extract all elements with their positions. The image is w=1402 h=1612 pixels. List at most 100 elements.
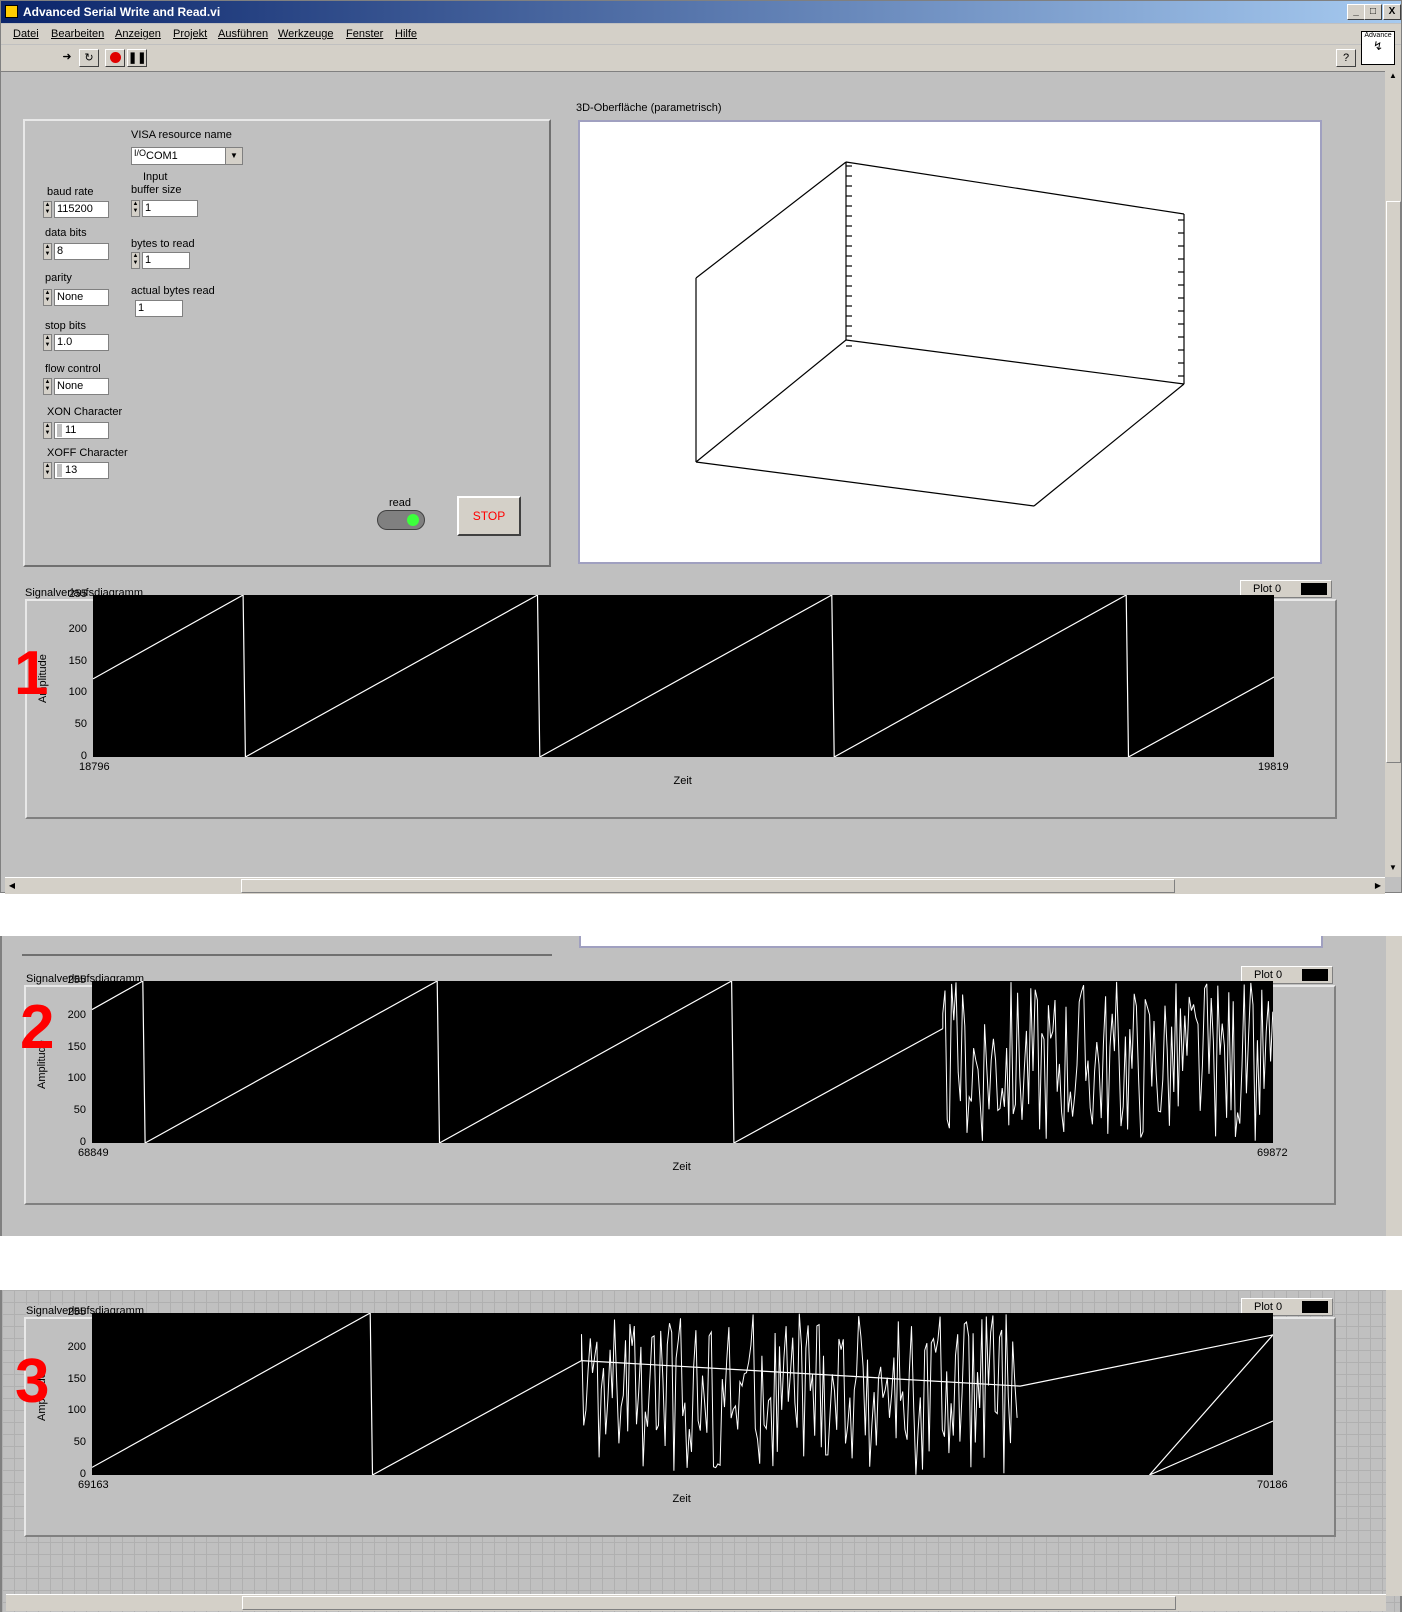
scroll-down-icon[interactable]: ▼ <box>1385 863 1401 877</box>
maximize-button[interactable]: □ <box>1364 4 1382 20</box>
x-axis-label: Zeit <box>672 1161 691 1173</box>
menu-ausfuehren[interactable]: Ausführen <box>218 28 268 40</box>
scroll-thumb[interactable] <box>1386 201 1401 763</box>
menu-hilfe[interactable]: Hilfe <box>395 28 417 40</box>
stop-bits-control[interactable]: ▲ ▼ 1.0 <box>43 334 113 351</box>
btr-value[interactable]: 1 <box>142 252 190 269</box>
parity-value[interactable]: None <box>54 289 109 306</box>
spin-arrows-icon[interactable]: ▲ ▼ <box>131 200 140 217</box>
xon-box[interactable]: 11 <box>54 422 109 439</box>
abort-icon[interactable] <box>105 49 125 67</box>
window-title: Advanced Serial Write and Read.vi <box>23 5 221 19</box>
y-tick-label: 150 <box>67 1040 86 1053</box>
scroll-thumb[interactable] <box>241 879 1175 893</box>
databits-value[interactable]: 8 <box>54 243 109 260</box>
flow-control[interactable]: ▲ ▼ None <box>43 378 113 395</box>
plot-area[interactable] <box>91 979 1274 1145</box>
surface-3d-plot <box>695 161 1185 507</box>
plot-swatch-icon <box>1301 583 1327 595</box>
waveform-graph-2: 255 200 150 100 50 0 Amplitude 68849 69872 Zeit <box>24 974 1336 1205</box>
scroll-left-icon[interactable]: ◀ <box>5 878 19 893</box>
spin-arrows-icon[interactable]: ▲ ▼ <box>43 243 52 260</box>
trace-svg <box>92 593 1275 759</box>
waveform-graph-3: 255 200 150 100 50 0 Amplitude 69163 70186 Zeit <box>24 1306 1336 1537</box>
visa-resource-dropdown[interactable]: I/O COM1 ▼ <box>131 147 243 165</box>
stop-button[interactable]: STOP <box>457 496 521 536</box>
spin-arrows-icon[interactable]: ▲ ▼ <box>43 334 52 351</box>
help-icon[interactable]: ? <box>1336 49 1356 67</box>
actual-bytes-indicator: 1 <box>135 300 183 317</box>
xoff-control[interactable]: ▲ ▼ 13 <box>43 462 113 479</box>
xoff-box[interactable]: 13 <box>54 462 109 479</box>
vertical-scrollbar[interactable] <box>1386 1290 1402 1596</box>
plot-swatch-icon <box>1302 969 1328 981</box>
visa-value: COM1 <box>146 150 178 162</box>
pause-icon[interactable]: ❚❚ <box>127 49 147 67</box>
scroll-thumb[interactable] <box>242 1596 1176 1610</box>
horizontal-scrollbar[interactable] <box>6 1594 1386 1611</box>
stopbits-value[interactable]: 1.0 <box>54 334 109 351</box>
actual-bytes-label: actual bytes read <box>131 285 215 297</box>
trace-svg <box>91 1311 1275 1477</box>
xon-label: XON Character <box>47 406 123 418</box>
inbuf-value[interactable]: 1 <box>142 200 198 217</box>
menu-anzeigen[interactable]: Anzeigen <box>115 28 161 40</box>
serial-settings-panel: VISA resource name I/O COM1 ▼ baud rate … <box>23 119 551 567</box>
scroll-right-icon[interactable]: ▶ <box>1371 878 1385 893</box>
trace-svg <box>91 979 1274 1145</box>
x-axis-label: Zeit <box>673 775 692 787</box>
spin-arrows-icon[interactable]: ▲ ▼ <box>43 289 52 306</box>
axis-line <box>845 339 1185 385</box>
run-arrow-icon[interactable]: ➜ <box>57 49 77 67</box>
vertical-scrollbar[interactable]: ▲ ▼ <box>1385 71 1401 877</box>
plot-trace <box>91 979 944 1145</box>
spin-arrows-icon[interactable]: ▲ ▼ <box>131 252 140 269</box>
xon-control[interactable]: ▲ ▼ 11 <box>43 422 113 439</box>
x-end-label: 69872 <box>1257 1147 1288 1159</box>
surface-fragment <box>579 936 1323 948</box>
data-bits-control[interactable]: ▲ ▼ 8 <box>43 243 113 260</box>
spin-arrows-icon[interactable]: ▲ ▼ <box>43 422 52 439</box>
stop-label: STOP <box>472 509 506 523</box>
baud-rate-control[interactable]: ▲ ▼ 115200 <box>43 201 113 218</box>
plot-area[interactable] <box>92 593 1275 759</box>
spin-arrows-icon[interactable]: ▲ ▼ <box>43 201 52 218</box>
input-buffer-label-2: buffer size <box>131 184 182 196</box>
vertical-scrollbar[interactable] <box>1386 936 1402 1236</box>
xoff-value: 13 <box>65 464 78 476</box>
legend-label: Plot 0 <box>1254 1301 1283 1313</box>
y-tick-label: 200 <box>67 1340 86 1353</box>
spin-arrows-icon[interactable]: ▲ ▼ <box>43 378 52 395</box>
menu-werkzeuge[interactable]: Werkzeuge <box>278 28 333 40</box>
y-tick-label: 100 <box>67 1404 86 1417</box>
spin-arrows-icon[interactable]: ▲ ▼ <box>43 462 52 479</box>
y-tick-label: 200 <box>68 622 87 635</box>
baud-value[interactable]: 115200 <box>54 201 109 218</box>
surface-frame <box>578 120 1322 564</box>
x-end-label: 19819 <box>1258 761 1289 773</box>
menu-fenster[interactable]: Fenster <box>346 28 383 40</box>
legend-label: Plot 0 <box>1254 969 1283 981</box>
horizontal-scrollbar[interactable]: ◀ ▶ <box>5 877 1385 894</box>
input-buffer-control[interactable]: ▲ ▼ 1 <box>131 200 201 217</box>
bytes-to-read-control[interactable]: ▲ ▼ 1 <box>131 252 193 269</box>
flow-label: flow control <box>45 363 101 375</box>
plot-area[interactable] <box>91 1311 1275 1477</box>
close-button[interactable]: X <box>1383 4 1401 20</box>
menu-bar: Datei Bearbeiten Anzeigen Projekt Ausfüh… <box>1 24 1401 44</box>
menu-datei[interactable]: Datei <box>13 28 39 40</box>
annotation-number: 3 <box>15 1347 50 1416</box>
vi-connector-icon[interactable]: Advance ↯ <box>1361 31 1395 65</box>
menu-projekt[interactable]: Projekt <box>173 28 207 40</box>
menu-bearbeiten[interactable]: Bearbeiten <box>51 28 104 40</box>
run-continuously-icon[interactable]: ↻ <box>79 49 99 67</box>
axis-line <box>695 461 1035 507</box>
parity-control[interactable]: ▲ ▼ None <box>43 289 113 306</box>
scroll-up-icon[interactable]: ▲ <box>1385 71 1401 85</box>
flow-value[interactable]: None <box>54 378 109 395</box>
toolbar: ➜ ↻ ❚❚ ? Advance ↯ <box>1 31 1401 72</box>
minimize-button[interactable]: _ <box>1347 4 1365 20</box>
x-start-label: 18796 <box>79 761 110 773</box>
chevron-down-icon[interactable]: ▼ <box>225 148 242 164</box>
input-buffer-label-1: Input <box>143 171 168 183</box>
